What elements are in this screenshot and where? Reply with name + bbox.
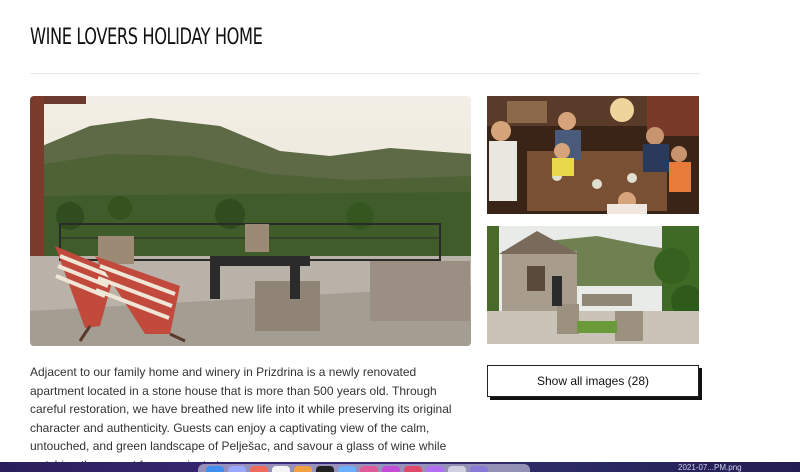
dock-app-icon-6[interactable] — [316, 466, 334, 472]
dock-app-icon-11[interactable] — [426, 466, 444, 472]
dock-app-icon-13[interactable] — [470, 466, 488, 472]
dock-app-icon-9[interactable] — [382, 466, 400, 472]
dock-app-icon-3[interactable] — [250, 466, 268, 472]
show-all-images-button[interactable]: Show all images (28) — [487, 365, 699, 397]
title-divider — [30, 73, 700, 74]
outdoor-terrace-photo[interactable] — [487, 226, 699, 344]
screenshot-filename-text: 2021-07...PM.png — [678, 463, 742, 472]
dock-app-icon-10[interactable] — [404, 466, 422, 472]
dock-app-icon-7[interactable] — [338, 466, 356, 472]
dock-app-icon-5[interactable] — [294, 466, 312, 472]
dinner-party-photo[interactable] — [487, 96, 699, 214]
dock-app-icon-12[interactable] — [448, 466, 466, 472]
main-terrace-photo[interactable] — [30, 96, 471, 346]
dock-app-icon-4[interactable] — [272, 466, 290, 472]
dock-app-icon-2[interactable] — [228, 466, 246, 472]
dock — [198, 464, 530, 472]
page-title: WINE LOVERS HOLIDAY HOME — [30, 25, 263, 50]
dock-app-icon-1[interactable] — [206, 466, 224, 472]
property-description: Adjacent to our family home and winery i… — [30, 365, 452, 472]
dock-app-icon-8[interactable] — [360, 466, 378, 472]
